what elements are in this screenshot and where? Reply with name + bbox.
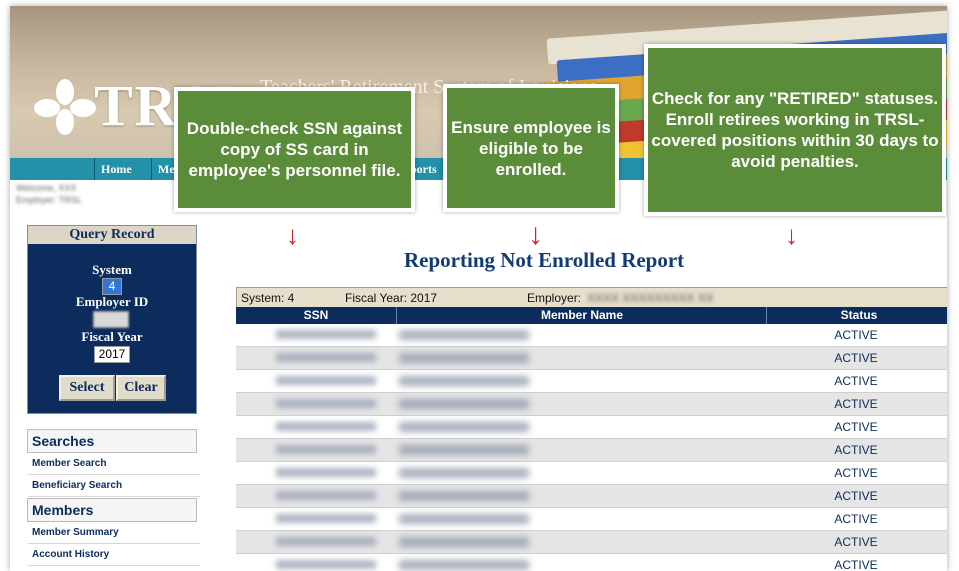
table-row[interactable]: ACTIVE xyxy=(236,416,947,439)
member-summary-link[interactable]: Member Summary xyxy=(28,523,200,544)
status-cell: ACTIVE xyxy=(834,535,878,549)
ssn-cell xyxy=(276,537,376,546)
member-name-cell xyxy=(399,491,529,501)
status-cell: ACTIVE xyxy=(834,374,878,388)
member-name-cell xyxy=(399,353,529,363)
welcome-text: Welcome, XXX Employer: TRSL xyxy=(16,183,82,205)
col-member-name: Member Name xyxy=(396,307,767,324)
report-rows: ACTIVE ACTIVE ACTIVE ACTIVE ACTIVE ACTIVE ACTI… xyxy=(236,324,947,571)
member-name-cell xyxy=(399,445,529,455)
select-button[interactable]: Select xyxy=(59,375,115,401)
table-row[interactable]: ACTIVE xyxy=(236,485,947,508)
callout-eligible: Ensure employee is eligible to be enroll… xyxy=(443,84,619,212)
ssn-cell xyxy=(276,468,376,477)
ssn-cell xyxy=(276,353,376,362)
report-title: Reporting Not Enrolled Report xyxy=(404,248,685,272)
report-info-bar: System: 4 Fiscal Year: 2017 Employer: XX… xyxy=(236,287,947,309)
table-header: SSN Member Name Status xyxy=(236,307,947,324)
member-name-cell xyxy=(399,376,529,386)
employer-info-label: Employer: xyxy=(527,291,582,305)
member-name-cell xyxy=(399,468,529,478)
nav-home[interactable]: Home xyxy=(94,158,157,180)
status-cell: ACTIVE xyxy=(834,489,878,503)
arrow-down-icon: ↓ xyxy=(785,220,798,250)
table-row[interactable]: ACTIVE xyxy=(236,439,947,462)
status-cell: ACTIVE xyxy=(834,351,878,365)
beneficiary-search-link[interactable]: Beneficiary Search xyxy=(28,476,200,497)
clear-button[interactable]: Clear xyxy=(116,375,166,401)
ssn-cell xyxy=(276,560,376,569)
ssn-cell xyxy=(276,422,376,431)
employer-id-label: Employer ID xyxy=(75,294,149,309)
table-row[interactable]: ACTIVE xyxy=(236,370,947,393)
member-name-cell xyxy=(399,399,529,409)
table-row[interactable]: ACTIVE xyxy=(236,462,947,485)
member-name-cell xyxy=(399,330,529,340)
status-cell: ACTIVE xyxy=(834,466,878,480)
member-search-link[interactable]: Member Search xyxy=(28,454,200,475)
status-cell: ACTIVE xyxy=(834,420,878,434)
col-status: Status xyxy=(766,307,947,324)
status-cell: ACTIVE xyxy=(834,397,878,411)
fiscal-year-label: Fiscal Year xyxy=(81,329,143,344)
col-ssn: SSN xyxy=(303,308,329,322)
ssn-cell xyxy=(276,330,376,339)
ssn-cell xyxy=(276,491,376,500)
ssn-cell xyxy=(276,399,376,408)
callout-retired: Check for any "RETIRED" statuses. Enroll… xyxy=(644,44,946,216)
employer-info-value: XXXX XXXXXXXXX XX xyxy=(587,291,714,305)
member-name-cell xyxy=(399,422,529,432)
status-cell: ACTIVE xyxy=(834,443,878,457)
page-frame: TRSL Teachers' Retirement System of Loui… xyxy=(10,6,947,571)
arrow-down-icon: ↓ xyxy=(528,218,543,251)
fiscal-year-info: Fiscal Year: 2017 xyxy=(345,291,438,305)
member-name-cell xyxy=(399,514,529,524)
table-row[interactable]: ACTIVE xyxy=(236,531,947,554)
table-row[interactable]: ACTIVE xyxy=(236,393,947,416)
member-name-cell xyxy=(399,537,529,547)
table-row[interactable]: ACTIVE xyxy=(236,508,947,531)
system-input[interactable]: 4 xyxy=(102,278,122,295)
arrow-down-icon: ↓ xyxy=(286,220,299,250)
table-row[interactable]: ACTIVE xyxy=(236,324,947,347)
query-record-title: Query Record xyxy=(28,226,196,244)
status-cell: ACTIVE xyxy=(834,558,878,571)
callout-ssn: Double-check SSN against copy of SS card… xyxy=(174,87,415,212)
member-name-cell xyxy=(399,560,529,570)
table-row[interactable]: ACTIVE xyxy=(236,347,947,370)
ssn-cell xyxy=(276,514,376,523)
system-info: System: 4 xyxy=(241,291,295,305)
members-heading: Members xyxy=(27,498,197,522)
ssn-cell xyxy=(276,445,376,454)
query-record-panel: Query Record System 4 Employer ID Fiscal… xyxy=(27,225,197,414)
employer-id-input[interactable] xyxy=(93,311,129,328)
system-label: System xyxy=(92,262,132,277)
status-cell: ACTIVE xyxy=(834,328,878,342)
logo-mark-icon xyxy=(34,77,96,135)
status-cell: ACTIVE xyxy=(834,512,878,526)
fiscal-year-input[interactable]: 2017 xyxy=(94,346,130,363)
ssn-cell xyxy=(276,376,376,385)
table-row[interactable]: ACTIVE xyxy=(236,554,947,571)
searches-heading: Searches xyxy=(27,429,197,453)
account-history-link[interactable]: Account History xyxy=(28,545,200,566)
